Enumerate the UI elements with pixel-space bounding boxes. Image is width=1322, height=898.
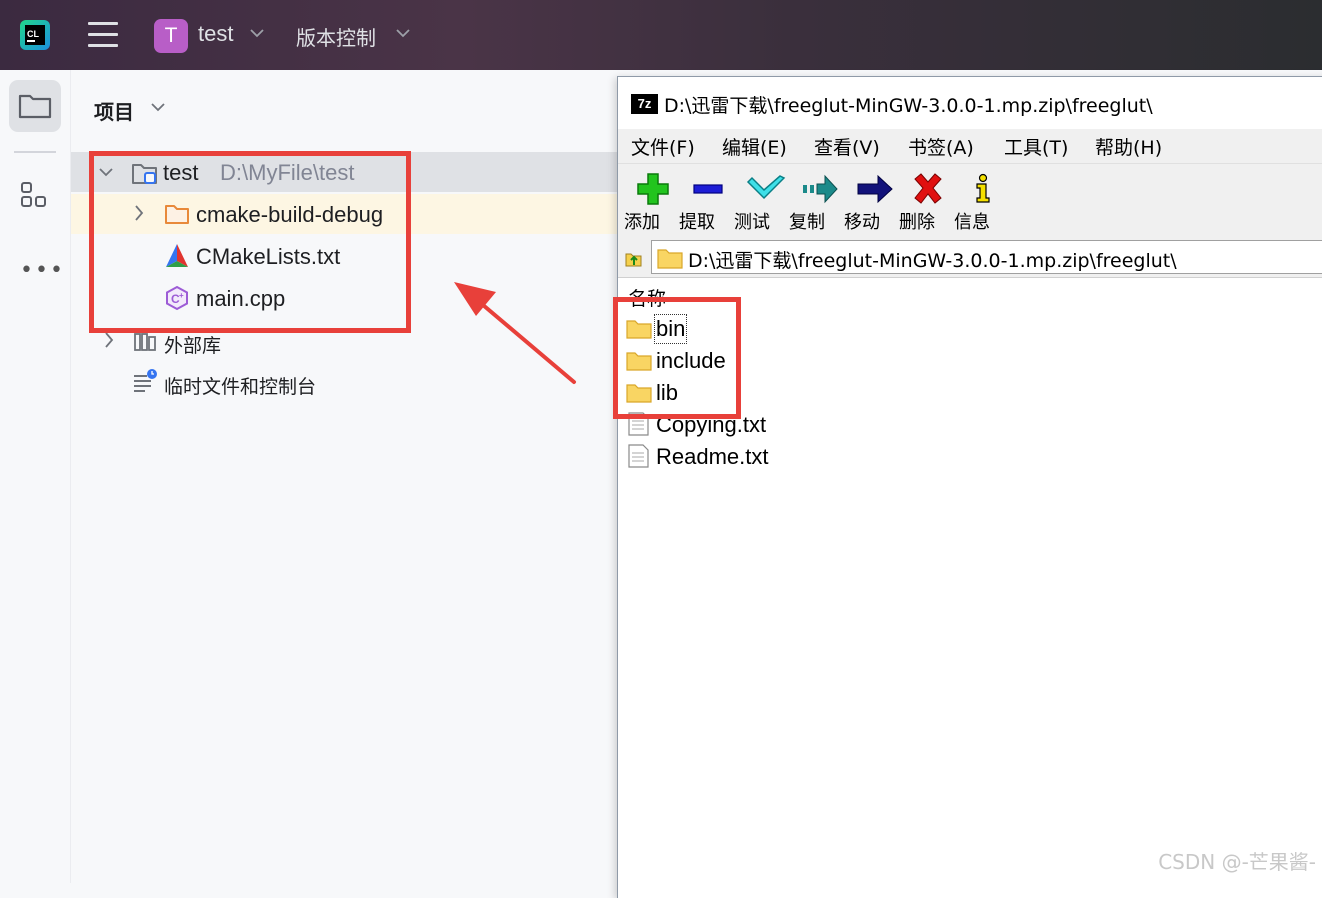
move-button[interactable]: 移动	[844, 168, 902, 236]
ide-title-bar: CL T test 版本控制	[0, 0, 1322, 70]
chevron-down-icon[interactable]	[396, 28, 410, 38]
main-menu-icon[interactable]	[88, 22, 118, 48]
chevron-down-icon[interactable]	[250, 28, 264, 38]
tool-label: 信息	[954, 212, 990, 233]
clion-logo-icon[interactable]: CL	[20, 20, 50, 50]
delete-button[interactable]: 删除	[899, 168, 957, 236]
info-icon	[976, 173, 990, 203]
project-tool-button[interactable]	[9, 80, 61, 132]
tool-label: 删除	[899, 212, 935, 233]
structure-icon[interactable]	[20, 180, 50, 210]
logo-text: CL	[27, 29, 39, 39]
zip-menu-bar: 文件(F) 编辑(E) 查看(V) 书签(A) 工具(T) 帮助(H)	[618, 129, 1322, 163]
tool-label: 测试	[734, 212, 770, 233]
tool-label: 复制	[789, 212, 825, 233]
tree-item-label: 外部库	[164, 335, 222, 357]
copy-arrow-icon	[803, 174, 838, 204]
seven-zip-window: 7z D:\迅雷下载\freeglut-MinGW-3.0.0-1.mp.zip…	[617, 76, 1322, 898]
chevron-down-icon[interactable]	[151, 102, 165, 112]
add-button[interactable]: 添加	[624, 168, 682, 236]
folder-icon	[18, 94, 52, 119]
menu-tools[interactable]: 工具(T)	[1004, 133, 1068, 160]
menu-edit[interactable]: 编辑(E)	[722, 133, 787, 160]
address-text: D:\迅雷下载\freeglut-MinGW-3.0.0-1.mp.zip\fr…	[688, 250, 1177, 272]
extract-button[interactable]: 提取	[679, 168, 737, 236]
strip-divider	[14, 151, 56, 153]
menu-file[interactable]: 文件(F)	[631, 133, 695, 160]
delete-x-icon	[914, 173, 942, 204]
tool-window-strip: •••	[0, 70, 71, 883]
menu-view[interactable]: 查看(V)	[814, 133, 880, 160]
panel-title[interactable]: 项目	[94, 96, 134, 125]
zip-address-bar: D:\迅雷下载\freeglut-MinGW-3.0.0-1.mp.zip\fr…	[618, 239, 1322, 278]
minus-icon	[693, 184, 723, 194]
list-item[interactable]: Readme.txt	[626, 442, 1026, 474]
up-folder-icon[interactable]	[624, 248, 644, 268]
seven-zip-icon: 7z	[631, 94, 658, 114]
folder-icon	[657, 249, 683, 269]
tool-label: 移动	[844, 212, 880, 233]
chevron-right-icon[interactable]	[104, 332, 114, 348]
file-name: Readme.txt	[656, 444, 769, 469]
info-button[interactable]: 信息	[954, 168, 1012, 236]
library-icon	[134, 333, 156, 351]
menu-help[interactable]: 帮助(H)	[1095, 133, 1162, 160]
red-arrow-icon	[454, 282, 576, 384]
zip-window-title: D:\迅雷下载\freeglut-MinGW-3.0.0-1.mp.zip\fr…	[664, 95, 1153, 117]
menu-bookmarks[interactable]: 书签(A)	[908, 133, 974, 160]
project-avatar[interactable]: T	[154, 19, 188, 53]
check-icon	[746, 175, 786, 200]
tool-label: 提取	[679, 212, 715, 233]
tool-label: 添加	[624, 212, 660, 233]
project-name[interactable]: test	[198, 21, 233, 47]
address-input[interactable]: D:\迅雷下载\freeglut-MinGW-3.0.0-1.mp.zip\fr…	[651, 240, 1322, 274]
highlight-box-ide	[89, 151, 411, 333]
test-button[interactable]: 测试	[734, 168, 792, 236]
more-icon[interactable]: •••	[20, 258, 65, 283]
zip-title-bar[interactable]: 7z D:\迅雷下载\freeglut-MinGW-3.0.0-1.mp.zip…	[618, 77, 1322, 129]
move-arrow-icon	[857, 174, 893, 204]
tree-item-label: 临时文件和控制台	[164, 376, 317, 398]
vcs-menu[interactable]: 版本控制	[296, 22, 376, 51]
scratches-icon	[134, 369, 157, 392]
highlight-box-zip	[613, 297, 741, 419]
watermark: CSDN @-芒果酱-	[1158, 850, 1316, 874]
text-file-icon	[628, 444, 649, 468]
zip-toolbar: 添加 提取 测试 复制 移动 删除 信息	[618, 163, 1322, 240]
copy-button[interactable]: 复制	[789, 168, 847, 236]
plus-icon	[637, 173, 669, 205]
